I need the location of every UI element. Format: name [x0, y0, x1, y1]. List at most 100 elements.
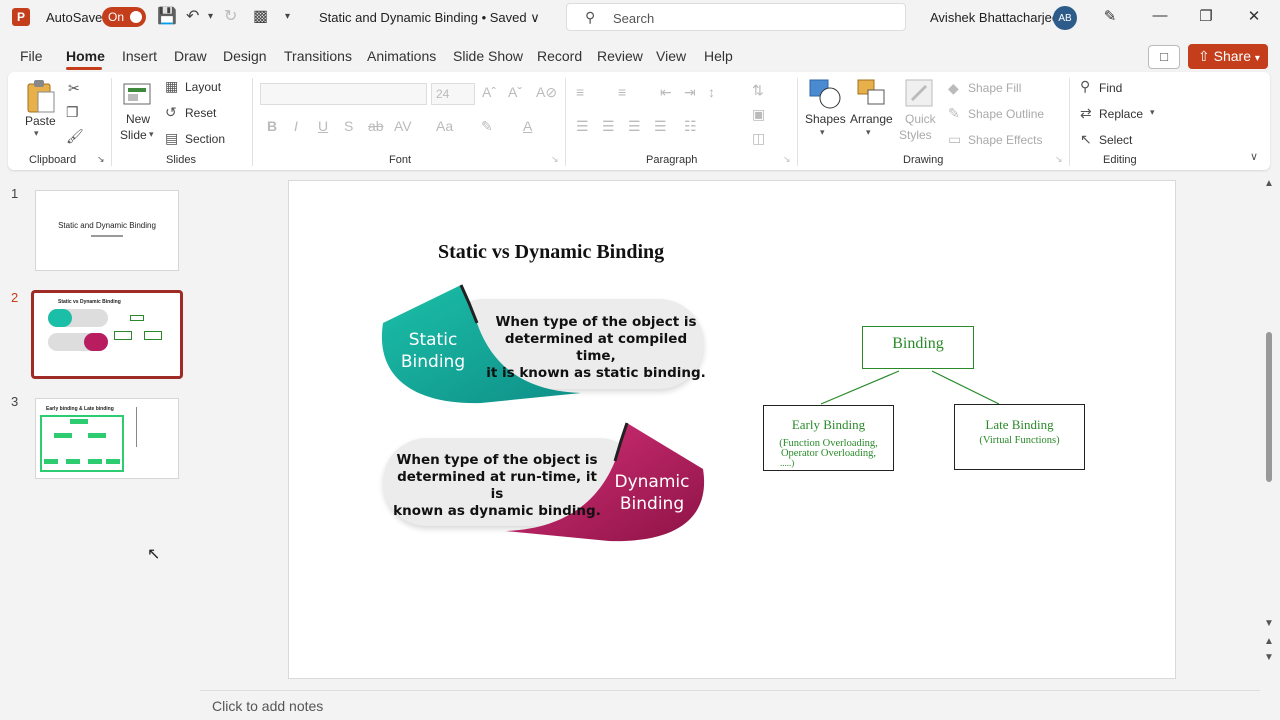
tab-design[interactable]: Design [223, 48, 267, 64]
section-icon[interactable]: ▤ [165, 130, 178, 147]
font-launcher-icon[interactable]: ↘ [551, 154, 559, 165]
slide-thumbnail-3[interactable]: Early binding & Late binding [35, 398, 179, 479]
undo-icon[interactable]: ↶ [186, 6, 199, 26]
paste-icon[interactable] [24, 78, 58, 114]
layout-label[interactable]: Layout [185, 80, 221, 94]
tab-insert[interactable]: Insert [122, 48, 157, 64]
shape-outline-icon[interactable]: ✎ [948, 105, 960, 122]
find-icon[interactable]: ⚲ [1080, 78, 1090, 95]
format-painter-icon[interactable]: 🖌 [66, 128, 84, 145]
present-icon[interactable]: ▩ [253, 6, 268, 26]
share-button[interactable]: ⇧ Share ▾ [1188, 44, 1268, 69]
tab-animations[interactable]: Animations [367, 48, 436, 64]
tab-record[interactable]: Record [537, 48, 582, 64]
arrange-dropdown-icon[interactable]: ▾ [866, 127, 871, 138]
paragraph-launcher-icon[interactable]: ↘ [783, 154, 791, 165]
justify-icon[interactable]: ☰ [654, 118, 667, 135]
clipboard-launcher-icon[interactable]: ↘ [97, 154, 105, 165]
change-case-icon[interactable]: Aa [436, 118, 453, 134]
comments-button[interactable]: □ [1148, 45, 1180, 69]
arrange-label[interactable]: Arrange [850, 112, 893, 126]
shapes-dropdown-icon[interactable]: ▾ [820, 127, 825, 138]
shape-outline-label[interactable]: Shape Outline [968, 107, 1044, 121]
columns-icon[interactable]: ☷ [684, 118, 697, 135]
paste-dropdown-icon[interactable]: ▾ [34, 128, 39, 139]
tab-slide-show[interactable]: Slide Show [453, 48, 523, 64]
line-spacing-icon[interactable]: ↕ [708, 84, 715, 100]
new-slide-label-2[interactable]: Slide [120, 128, 147, 142]
shape-fill-icon[interactable]: ◆ [948, 80, 959, 97]
quick-styles-icon[interactable] [904, 78, 936, 110]
close-icon[interactable]: ✕ [1244, 7, 1264, 25]
tab-view[interactable]: View [656, 48, 686, 64]
new-slide-dropdown-icon[interactable]: ▾ [149, 129, 154, 140]
notes-pane[interactable]: Click to add notes [200, 690, 1260, 720]
layout-icon[interactable]: ▦ [165, 78, 178, 95]
previous-slide-icon[interactable]: ▲ [1262, 636, 1276, 647]
arrange-icon[interactable] [856, 78, 888, 110]
numbering-icon[interactable]: ≡ [618, 84, 626, 100]
scroll-thumb[interactable] [1266, 332, 1272, 482]
autosave-toggle[interactable]: On [102, 7, 146, 27]
tab-transitions[interactable]: Transitions [284, 48, 352, 64]
new-slide-label-1[interactable]: New [126, 112, 150, 126]
drawing-launcher-icon[interactable]: ↘ [1055, 154, 1063, 165]
align-right-icon[interactable]: ☰ [628, 118, 641, 135]
slide-title[interactable]: Static vs Dynamic Binding [438, 241, 664, 264]
static-binding-label[interactable]: Static Binding [393, 329, 473, 373]
align-center-icon[interactable]: ☰ [602, 118, 615, 135]
replace-label[interactable]: Replace [1099, 107, 1143, 121]
select-icon[interactable]: ↖ [1080, 131, 1092, 148]
reset-label[interactable]: Reset [185, 106, 216, 120]
shapes-icon[interactable] [808, 78, 842, 110]
quick-styles-label-1[interactable]: Quick [905, 112, 936, 126]
tab-draw[interactable]: Draw [174, 48, 207, 64]
font-size-field[interactable]: 24 [431, 83, 475, 105]
slide-canvas[interactable]: Static vs Dynamic Binding Static Binding… [288, 180, 1176, 679]
redo-icon[interactable]: ↻ [224, 6, 237, 26]
document-title[interactable]: Static and Dynamic Binding • Saved ∨ [319, 10, 540, 26]
user-name[interactable]: Avishek Bhattacharjee [930, 10, 1059, 25]
shapes-label[interactable]: Shapes [805, 112, 846, 126]
align-left-icon[interactable]: ☰ [576, 118, 589, 135]
underline-icon[interactable]: U [318, 118, 328, 134]
tab-home[interactable]: Home [66, 48, 105, 64]
replace-dropdown-icon[interactable]: ▾ [1150, 107, 1155, 118]
copy-icon[interactable]: ❐ [66, 104, 79, 121]
quick-styles-label-2[interactable]: Styles [899, 128, 932, 142]
search-box[interactable]: ⚲ Search [566, 3, 906, 31]
customize-toolbar-icon[interactable]: ▾ [285, 11, 290, 22]
select-label[interactable]: Select [1099, 133, 1132, 147]
undo-dropdown-icon[interactable]: ▾ [208, 11, 213, 22]
section-label[interactable]: Section [185, 132, 225, 146]
align-text-icon[interactable]: ▣ [752, 106, 765, 123]
slide-thumbnail-2[interactable]: Static vs Dynamic Binding [31, 290, 183, 379]
minimize-icon[interactable]: — [1150, 7, 1170, 24]
reset-icon[interactable]: ↺ [165, 104, 177, 121]
tab-file[interactable]: File [20, 48, 43, 64]
increase-font-icon[interactable]: Aˆ [482, 84, 496, 100]
clear-formatting-icon[interactable]: A⊘ [536, 84, 557, 101]
italic-icon[interactable]: I [294, 118, 298, 134]
tab-help[interactable]: Help [704, 48, 733, 64]
slide-thumbnail-1[interactable]: Static and Dynamic Binding [35, 190, 179, 271]
avatar[interactable]: AB [1053, 6, 1077, 30]
find-label[interactable]: Find [1099, 81, 1122, 95]
paste-label[interactable]: Paste [25, 114, 56, 128]
binding-box[interactable]: Binding [862, 326, 974, 369]
scroll-up-icon[interactable]: ▲ [1262, 178, 1276, 189]
increase-indent-icon[interactable]: ⇥ [684, 84, 696, 101]
shadow-icon[interactable]: S [344, 118, 353, 134]
early-binding-box[interactable]: Early Binding (Function Overloading, Ope… [763, 405, 894, 471]
collapse-ribbon-icon[interactable]: ∨ [1250, 150, 1258, 163]
smartart-icon[interactable]: ◫ [752, 130, 765, 147]
scroll-down-icon[interactable]: ▼ [1262, 618, 1276, 629]
shape-effects-label[interactable]: Shape Effects [968, 133, 1043, 147]
decrease-font-icon[interactable]: Aˇ [508, 84, 522, 100]
next-slide-icon[interactable]: ▼ [1262, 652, 1276, 663]
new-slide-icon[interactable] [122, 80, 154, 108]
shape-effects-icon[interactable]: ▭ [948, 131, 961, 148]
dynamic-binding-desc[interactable]: When type of the object is determined at… [391, 452, 603, 520]
highlight-icon[interactable]: ✎ [481, 118, 493, 135]
strikethrough-icon[interactable]: ab [368, 118, 384, 134]
